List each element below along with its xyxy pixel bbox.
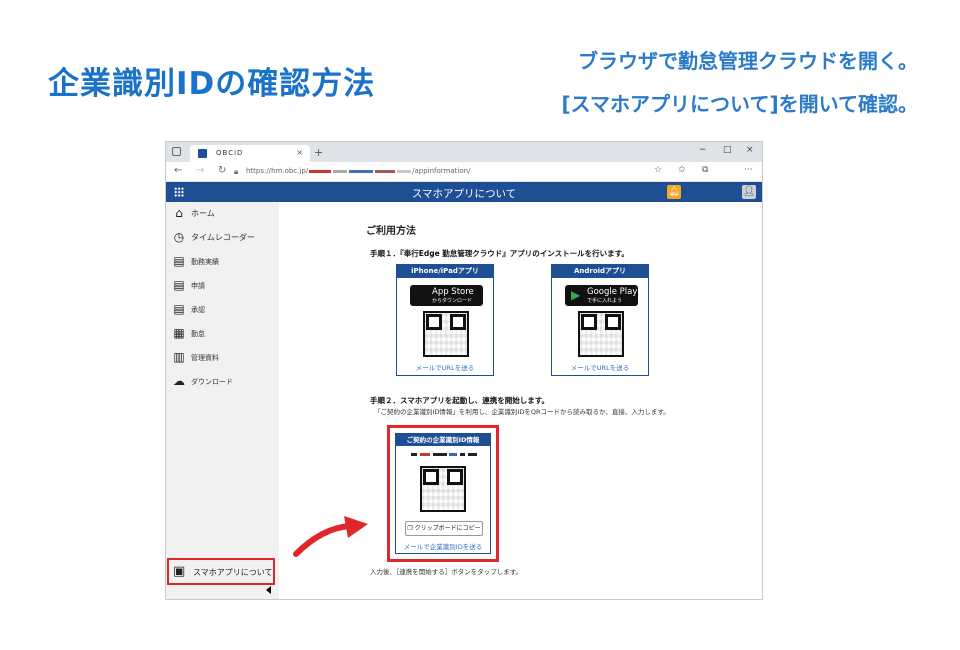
ios-app-header: iPhone/iPadアプリ [397,265,493,278]
favorite-star-icon[interactable]: ☆ [654,165,662,175]
sidebar-item-smartphone-app[interactable]: ▣ スマホアプリについて [167,558,275,585]
ios-email-url-link[interactable]: メールでURLを送る [397,362,493,372]
new-tab-button[interactable]: + [314,146,323,159]
page-title: 企業識別IDの確認方法 [48,66,376,102]
step2-text: 手順２．スマホアプリを起動し、連携を開始します。 [370,396,550,405]
ios-app-box: iPhone/iPadアプリ App Store からダウンロード メールでUR… [396,264,494,376]
copy-to-clipboard-button[interactable]: ❐ クリップボードにコピー [405,521,483,536]
sidebar-item-documents[interactable]: ▥ 管理資料 [166,346,279,370]
google-play-badge-main: Google Play [587,287,638,297]
sidebar-item-label: ホーム [191,209,215,218]
instruction-line-2: [スマホアプリについて]を開いて確認。 [561,92,918,116]
android-app-header: Androidアプリ [552,265,648,278]
tab-title: OBCiD [216,149,244,157]
sidebar-item-label: 申請 [191,282,205,290]
sidebar-item-download[interactable]: ☁ ダウンロード [166,370,279,394]
favorites-icon[interactable]: ✩ [678,165,686,175]
tab-close-icon[interactable]: × [296,148,304,157]
books-icon: ▥ [173,350,185,364]
forward-icon[interactable]: → [196,165,204,176]
back-icon[interactable]: ← [174,165,182,176]
android-email-url-link[interactable]: メールでURLを送る [552,362,648,372]
home-icon: ⌂ [175,206,183,220]
company-id-qr-code [420,466,466,512]
minimize-button[interactable]: − [699,145,707,155]
clock-icon: ◷ [173,230,185,244]
tab-bar: OBCiD × + − □ × [166,142,762,162]
obcid-favicon-icon [198,149,207,158]
url-suffix: /appinformation/ [412,167,471,175]
app-store-badge-sub: からダウンロード [432,298,473,304]
url-field[interactable]: https://hm.obc.jp/ /appinformation/ [246,167,470,175]
sidebar-bottom-label: スマホアプリについて [193,568,273,577]
address-bar: ← → ↻ 🔒︎ https://hm.obc.jp/ /appinformati… [166,162,762,182]
google-play-badge-sub: で手に入れよう [587,298,623,304]
collections-icon[interactable]: ⧉ [702,165,708,175]
url-prefix: https://hm.obc.jp/ [246,167,309,175]
company-id-panel: ご契約の企業識別ID情報 ❐ クリップボードにコピー メールで企業識別IDを送る [395,433,491,554]
tab-actions-icon[interactable] [172,147,181,156]
usage-heading: ご利用方法 [366,226,416,237]
maximize-button[interactable]: □ [723,145,732,155]
company-id-value-redacted [411,451,477,458]
sidebar-collapse-icon[interactable] [266,586,271,594]
more-menu-icon[interactable]: ··· [744,165,753,175]
browser-window: OBCiD × + − □ × ← → ↻ 🔒︎ https://hm.obc.… [165,141,763,600]
sidebar-item-label: 勤務実績 [191,258,219,266]
request-icon: ▤ [173,278,185,292]
app-store-badge[interactable]: App Store からダウンロード [410,285,483,306]
browser-tab[interactable]: OBCiD × [190,145,310,162]
sidebar-item-attendance[interactable]: ▦ 勤怠 [166,322,279,346]
sidebar-item-label: ダウンロード [191,378,233,386]
close-window-button[interactable]: × [746,145,754,155]
cloud-download-icon: ☁ [173,374,185,388]
step1-text: 手順１．『奉行Edge 勤怠管理クラウド』アプリのインストールを行います。 [370,249,629,258]
user-avatar-icon[interactable]: 👤︎ [742,185,756,199]
copy-button-label: クリップボードにコピー [414,525,481,532]
sidebar-item-label: タイムレコーダー [191,233,255,242]
app-header: スマホアプリについて 🔔︎ 👤︎ [166,182,762,202]
company-id-header: ご契約の企業識別ID情報 [396,434,490,446]
android-qr-code [578,311,624,357]
sidebar-item-approve[interactable]: ▤ 承認 [166,298,279,322]
notification-bell-icon[interactable]: 🔔︎ [667,185,681,199]
sidebar-item-time-recorder[interactable]: ◷ タイムレコーダー [166,226,279,250]
sidebar-item-label: 管理資料 [191,354,219,362]
app-store-badge-main: App Store [432,287,474,297]
approve-icon: ▤ [173,302,185,316]
sidebar: ⌂ ホーム ◷ タイムレコーダー ▤ 勤務実績 ▤ 申請 ▤ 承認 ▦ 勤怠 ▥ 管理資料 ☁… [166,202,279,599]
sidebar-item-label: 承認 [191,306,205,314]
google-play-logo-icon: ▶ [571,288,581,302]
sidebar-item-home[interactable]: ⌂ ホーム [166,202,279,226]
calendar-icon: ▦ [173,326,185,340]
sidebar-item-label: 勤怠 [191,330,205,338]
sidebar-item-work-record[interactable]: ▤ 勤務実績 [166,250,279,274]
document-icon: ▤ [173,254,185,268]
reload-icon[interactable]: ↻ [218,165,226,176]
lock-icon: 🔒︎ [234,167,239,176]
red-pointer-arrow [293,516,368,557]
clipboard-icon: ❐ [407,525,415,532]
google-play-badge[interactable]: ▶ Google Play で手に入れよう [565,285,638,306]
instruction-line-1: ブラウザで勤怠管理クラウドを開く。 [578,49,918,73]
company-id-box-highlight: ご契約の企業識別ID情報 ❐ クリップボードにコピー メールで企業識別IDを送る [387,425,499,562]
ios-qr-code [423,311,469,357]
android-app-box: Androidアプリ ▶ Google Play で手に入れよう メールでURL… [551,264,649,376]
smartphone-app-icon: ▣ [173,564,186,579]
step2-description: 「ご契約の企業識別ID情報」を利用し、企業識別IDをQRコードから読み取るか、直… [374,408,670,416]
email-company-id-link[interactable]: メールで企業識別IDを送る [396,541,490,551]
sidebar-item-request[interactable]: ▤ 申請 [166,274,279,298]
